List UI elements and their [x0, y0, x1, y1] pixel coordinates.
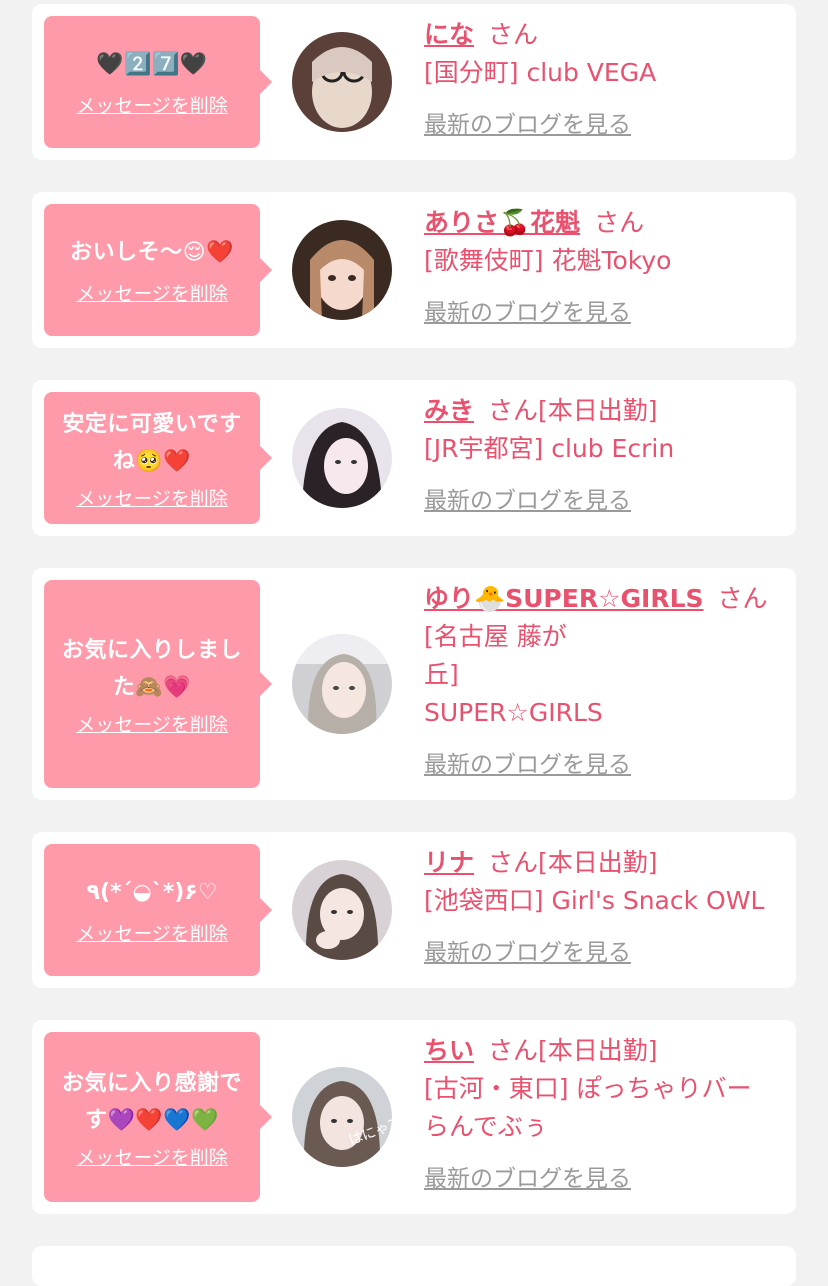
avatar[interactable]: [292, 220, 392, 320]
name-suffix: さん[本日出勤]: [488, 848, 658, 877]
message-bubble: ٩(*´◒`*)۶♡ メッセージを削除: [44, 844, 272, 976]
message-text: 安定に可愛いですね🥺❤️: [62, 411, 242, 474]
name-line: ありさ🍒花魁 さん: [424, 204, 784, 242]
message-bubble: お気に入りしました🙈💗 メッセージを削除: [44, 580, 272, 788]
avatar[interactable]: [292, 408, 392, 508]
shop-name: [JR宇都宮] club Ecrin: [424, 434, 675, 463]
cast-name-link[interactable]: にな: [424, 20, 474, 49]
list-item: 安定に可愛いですね🥺❤️ メッセージを削除 みき さん[本日出勤] [JR宇都宮]…: [32, 380, 796, 536]
message-bubble: 安定に可愛いですね🥺❤️ メッセージを削除: [44, 392, 272, 524]
shop-name: [古河・東口] ぽっちゃりバーらんでぶぅ: [424, 1074, 752, 1141]
shop-name: [歌舞伎町] 花魁Tokyo: [424, 246, 672, 275]
message-list: 🖤2️⃣7️⃣🖤 メッセージを削除 にな さん [国分町] club VEGA 最…: [32, 4, 796, 1246]
cast-name-link[interactable]: ありさ🍒花魁: [424, 208, 580, 237]
shop-name: [名古屋 藤が丘] SUPER☆GIRLS: [424, 622, 603, 727]
cast-name-link[interactable]: リナ: [424, 848, 474, 877]
delete-message-link[interactable]: メッセージを削除: [76, 710, 228, 737]
avatar[interactable]: はにゃ?: [292, 1067, 392, 1167]
avatar[interactable]: [292, 634, 392, 734]
delete-message-link[interactable]: メッセージを削除: [76, 919, 228, 946]
cast-info: ちい さん[本日出勤] [古河・東口] ぽっちゃりバーらんでぶぅ 最新のブログを見…: [424, 1032, 784, 1198]
name-line: にな さん: [424, 16, 784, 54]
avatar[interactable]: [292, 860, 392, 960]
list-item: お気に入り感謝です💜❤️💙💚 メッセージを削除 はにゃ? ちい さん[本日出勤] …: [32, 1020, 796, 1214]
cast-info: ゆり🐣SUPER☆GIRLS さん [名古屋 藤が丘] SUPER☆GIRLS 最…: [424, 580, 784, 784]
latest-blog-link[interactable]: 最新のブログを見る: [424, 482, 631, 520]
avatar[interactable]: [292, 32, 392, 132]
name-suffix: さん[本日出勤]: [488, 396, 658, 425]
message-bubble: おいしそ〜😌❤️ メッセージを削除: [44, 204, 272, 336]
latest-blog-link[interactable]: 最新のブログを見る: [424, 934, 631, 972]
cast-info: にな さん [国分町] club VEGA 最新のブログを見る: [424, 16, 784, 144]
cast-info: リナ さん[本日出勤] [池袋西口] Girl's Snack OWL 最新のブロ…: [424, 844, 784, 972]
message-text: お気に入り感謝です💜❤️💙💚: [61, 1070, 242, 1133]
cast-info: みき さん[本日出勤] [JR宇都宮] club Ecrin 最新のブログを見る: [424, 392, 784, 520]
name-line: ちい さん[本日出勤]: [424, 1032, 784, 1070]
name-suffix: さん: [594, 208, 645, 237]
name-suffix: さん[本日出勤]: [488, 1036, 658, 1065]
message-text: お気に入りしました🙈💗: [61, 637, 242, 700]
cast-name-link[interactable]: ちい: [424, 1036, 474, 1065]
latest-blog-link[interactable]: 最新のブログを見る: [424, 1160, 631, 1198]
cast-info: ありさ🍒花魁 さん [歌舞伎町] 花魁Tokyo 最新のブログを見る: [424, 204, 784, 332]
cast-name-link[interactable]: ゆり🐣SUPER☆GIRLS: [424, 584, 704, 613]
list-item: お気に入りしました🙈💗 メッセージを削除 ゆり🐣SUPER☆GIRLS さん [名…: [32, 568, 796, 800]
delete-message-link[interactable]: メッセージを削除: [76, 279, 228, 306]
name-suffix: さん: [488, 20, 539, 49]
list-item: 🖤2️⃣7️⃣🖤 メッセージを削除 にな さん [国分町] club VEGA 最…: [32, 4, 796, 160]
message-bubble: お気に入り感謝です💜❤️💙💚 メッセージを削除: [44, 1032, 272, 1202]
name-line: みき さん[本日出勤]: [424, 392, 784, 430]
name-line: リナ さん[本日出勤]: [424, 844, 784, 882]
latest-blog-link[interactable]: 最新のブログを見る: [424, 106, 631, 144]
message-bubble: 🖤2️⃣7️⃣🖤 メッセージを削除: [44, 16, 272, 148]
name-suffix: さん: [717, 584, 768, 613]
latest-blog-link[interactable]: 最新のブログを見る: [424, 294, 631, 332]
list-item-partial: [32, 1246, 796, 1286]
shop-name: [国分町] club VEGA: [424, 58, 657, 87]
name-line: ゆり🐣SUPER☆GIRLS さん: [424, 580, 784, 618]
delete-message-link[interactable]: メッセージを削除: [76, 484, 228, 511]
latest-blog-link[interactable]: 最新のブログを見る: [424, 746, 631, 784]
message-text: 🖤2️⃣7️⃣🖤: [96, 52, 208, 77]
delete-message-link[interactable]: メッセージを削除: [76, 91, 228, 118]
list-item: ٩(*´◒`*)۶♡ メッセージを削除 リナ さん[本日出勤] [池袋西口] Gi…: [32, 832, 796, 988]
cast-name-link[interactable]: みき: [424, 396, 474, 425]
message-text: おいしそ〜😌❤️: [70, 240, 234, 265]
list-item: おいしそ〜😌❤️ メッセージを削除 ありさ🍒花魁 さん [歌舞伎町] 花魁Toky…: [32, 192, 796, 348]
message-text: ٩(*´◒`*)۶♡: [86, 880, 218, 905]
shop-name: [池袋西口] Girl's Snack OWL: [424, 886, 765, 915]
delete-message-link[interactable]: メッセージを削除: [76, 1143, 228, 1170]
